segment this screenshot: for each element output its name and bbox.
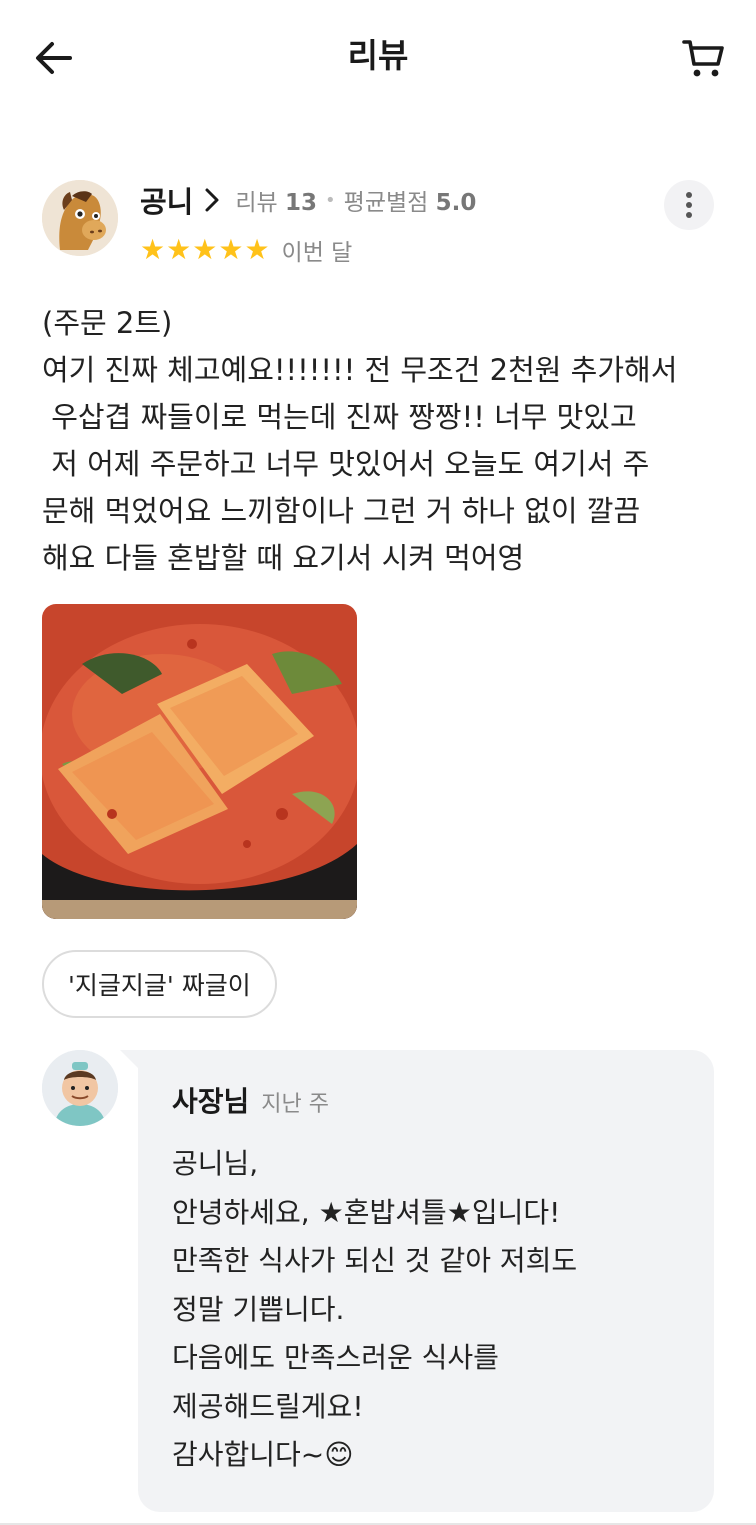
horse-avatar-icon (42, 180, 118, 256)
review-count: 리뷰 13 (235, 183, 317, 217)
reply-date: 지난 주 (261, 1092, 329, 1117)
reviewer-name[interactable]: 공니 (140, 179, 193, 221)
chevron-right-icon[interactable] (203, 187, 221, 213)
review-photo[interactable] (42, 604, 357, 919)
more-options-button[interactable] (664, 180, 714, 230)
review-count-label: 리뷰 (235, 190, 278, 216)
star-icon: ★ (166, 233, 192, 266)
star-icon: ★ (218, 233, 244, 266)
average-rating: 평균별점 5.0 (344, 183, 477, 217)
review-count-value: 13 (285, 190, 318, 216)
average-rating-value: 5.0 (435, 190, 477, 216)
menu-tag[interactable]: '지글지글' 짜글이 (42, 950, 277, 1018)
star-icon: ★ (244, 233, 270, 266)
review-text: (주문 2트) 여기 진짜 체고예요!!!!!!! 전 무조건 2천원 추가해서… (42, 306, 678, 575)
more-vertical-icon (686, 192, 692, 218)
star-icon: ★ (192, 233, 218, 266)
chef-avatar-icon (42, 1050, 118, 1126)
review-date: 이번 달 (281, 240, 353, 266)
reply-header: 사장님 지난 주 (172, 1080, 329, 1120)
page-title: 리뷰 (347, 36, 409, 75)
star-rating: ★ ★ ★ ★ ★ (140, 235, 270, 265)
app-header: 리뷰 (0, 0, 756, 112)
average-rating-label: 평균별점 (343, 190, 429, 216)
owner-avatar (42, 1050, 118, 1126)
reviewer-info: 공니 리뷰 13 • 평균별점 5.0 (140, 178, 476, 222)
cart-button[interactable] (680, 34, 728, 82)
food-photo (42, 604, 357, 919)
rating-row: ★ ★ ★ ★ ★ 이번 달 (140, 232, 352, 268)
reply-text: 공니님, 안녕하세요, ★혼밥셔틀★입니다! 만족한 식사가 되신 것 같아 저… (172, 1147, 578, 1471)
avatar[interactable] (42, 180, 118, 256)
owner-reply: 사장님 지난 주 공니님, 안녕하세요, ★혼밥셔틀★입니다! 만족한 식사가 … (120, 1050, 714, 1512)
meta-separator: • (325, 189, 336, 211)
star-icon: ★ (140, 233, 166, 266)
cart-icon (682, 40, 724, 77)
owner-name: 사장님 (172, 1085, 250, 1118)
